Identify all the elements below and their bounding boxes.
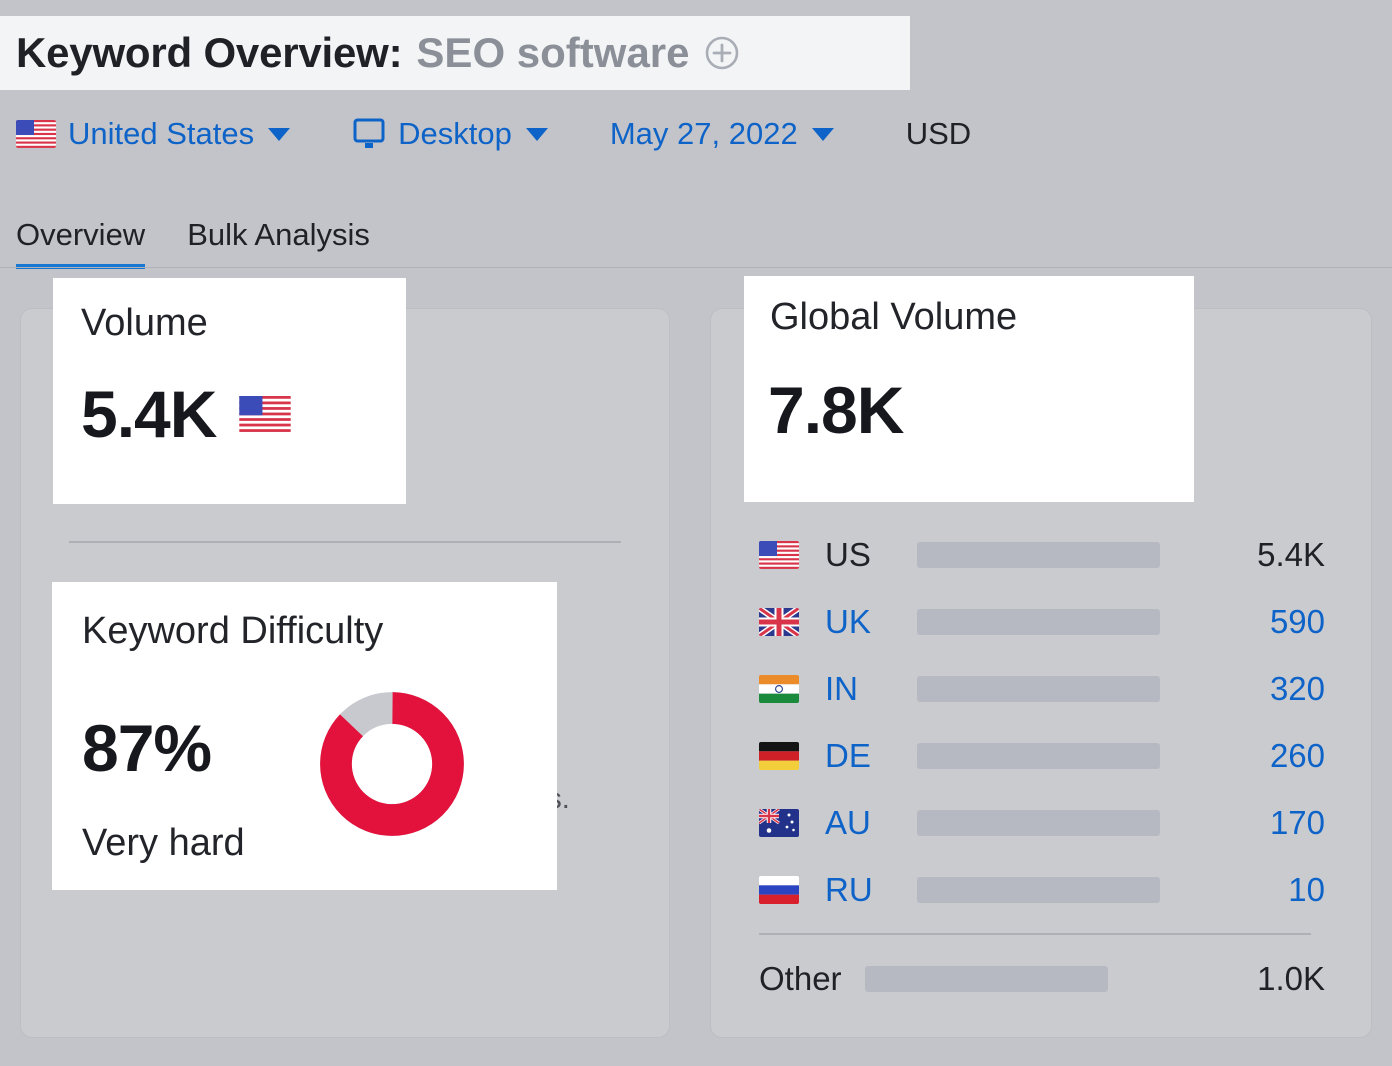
global-volume-label: Global Volume: [770, 296, 1018, 338]
tab-overview-label: Overview: [16, 217, 146, 252]
volume-bar-track: [917, 742, 1160, 769]
monitor-icon: [352, 118, 386, 150]
country-volume-row[interactable]: UK 590: [759, 588, 1325, 655]
global-volume-highlight-overlay: Global Volume 7.8K: [744, 276, 1194, 502]
volume-bar-track: [917, 541, 1160, 568]
country-volume-value: 320: [1269, 669, 1325, 707]
volume-highlight-overlay: Volume 5.4K: [53, 278, 406, 504]
country-code-label: DE: [825, 736, 871, 774]
keyword-difficulty-rating: Very hard: [82, 822, 245, 864]
date-filter-label: May 27, 2022: [609, 116, 798, 151]
keyword-difficulty-donut-chart: [318, 690, 466, 838]
country-volume-list: US 5.4K UK 590 IN 320 DE 260 AU 170 RU 10 Other 1.0K: [759, 521, 1325, 1012]
country-code-label: Other: [759, 959, 842, 997]
chevron-down-icon: [268, 127, 291, 141]
de-flag-icon: [759, 741, 799, 770]
volume-bar-track: [865, 965, 1108, 992]
volume-bar-track: [917, 809, 1160, 836]
country-code-label: UK: [825, 602, 871, 640]
filter-bar: United States Desktop May 27, 2022 USD: [16, 108, 971, 160]
country-volume-value: 1.0K: [1257, 959, 1325, 997]
tab-bulk-analysis-label: Bulk Analysis: [187, 217, 370, 252]
country-volume-value: 590: [1269, 602, 1325, 640]
volume-label: Volume: [81, 302, 208, 344]
country-code-label: US: [825, 535, 871, 573]
au-flag-icon: [759, 808, 799, 837]
country-volume-value: 260: [1269, 736, 1325, 774]
page-title-highlight: Keyword Overview: SEO software: [0, 16, 910, 90]
keyword-overview-page: Keyword Overview: SEO software United St…: [0, 0, 1392, 1066]
currency-label-text: USD: [905, 116, 972, 151]
global-volume-value: 7.8K: [768, 373, 904, 447]
us-flag-icon: [759, 540, 799, 569]
chevron-down-icon: [811, 127, 834, 141]
tab-overview[interactable]: Overview: [16, 217, 146, 269]
keyword-difficulty-value: 87%: [82, 711, 212, 785]
country-volume-value: 5.4K: [1257, 535, 1325, 573]
device-filter-label: Desktop: [398, 116, 512, 151]
volume-bar-track: [917, 876, 1160, 903]
country-volume-row[interactable]: Other 1.0K: [759, 945, 1325, 1012]
tab-bar: Overview Bulk Analysis: [16, 205, 370, 269]
country-code-label: RU: [825, 870, 873, 908]
device-filter[interactable]: Desktop: [352, 116, 548, 152]
us-flag-icon: [238, 396, 292, 432]
page-title: Keyword Overview:: [16, 29, 403, 76]
tab-bar-divider: [0, 267, 1392, 268]
volume-bar-track: [917, 675, 1160, 702]
country-code-label: IN: [825, 669, 858, 707]
chevron-down-icon: [525, 127, 548, 141]
keyword-difficulty-highlight-overlay: Keyword Difficulty 87% Very hard: [52, 582, 557, 890]
country-list-divider: [759, 933, 1311, 935]
plus-circle-icon[interactable]: [704, 35, 740, 71]
volume-bar-track: [917, 608, 1160, 635]
card-divider: [69, 541, 621, 543]
page-title-keyword: SEO software: [416, 29, 690, 76]
country-volume-value: 170: [1269, 803, 1325, 841]
volume-value-row: 5.4K: [81, 376, 304, 452]
date-filter[interactable]: May 27, 2022: [610, 116, 834, 152]
ru-flag-icon: [759, 875, 799, 904]
country-code-label: AU: [825, 803, 871, 841]
country-volume-value: 10: [1288, 870, 1325, 908]
currency-label: USD: [906, 116, 971, 152]
in-flag-icon: [759, 674, 799, 703]
country-volume-row[interactable]: DE 260: [759, 722, 1325, 789]
country-volume-row[interactable]: RU 10: [759, 856, 1325, 923]
country-filter-label: United States: [68, 116, 255, 151]
uk-flag-icon: [759, 607, 799, 636]
country-filter[interactable]: United States: [16, 116, 291, 152]
tab-bulk-analysis[interactable]: Bulk Analysis: [187, 217, 370, 269]
country-volume-row[interactable]: IN 320: [759, 655, 1325, 722]
country-volume-row[interactable]: AU 170: [759, 789, 1325, 856]
keyword-difficulty-label: Keyword Difficulty: [82, 610, 384, 652]
volume-value: 5.4K: [81, 377, 217, 451]
us-flag-icon: [16, 120, 56, 148]
country-volume-row[interactable]: US 5.4K: [759, 521, 1325, 588]
